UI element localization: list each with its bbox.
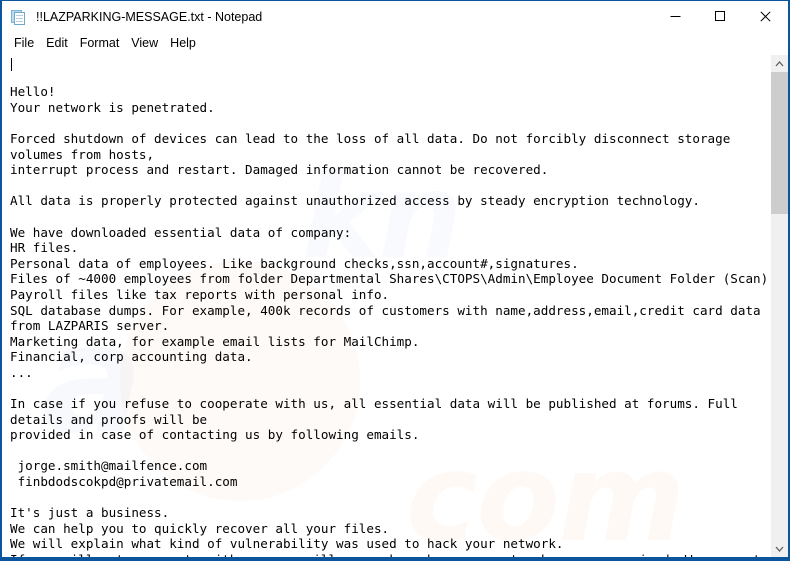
editor-region: a kn com Hello! Your network is penetrat… — [2, 54, 788, 557]
close-button[interactable] — [743, 1, 788, 32]
maximize-button[interactable] — [698, 1, 743, 32]
title-bar[interactable]: !!LAZPARKING-MESSAGE.txt - Notepad — [2, 1, 788, 33]
notepad-icon — [11, 8, 29, 26]
menu-item-help[interactable]: Help — [164, 34, 202, 53]
menu-item-edit[interactable]: Edit — [40, 34, 74, 53]
vertical-scrollbar[interactable] — [770, 55, 788, 557]
chevron-down-icon — [775, 546, 784, 552]
window-title: !!LAZPARKING-MESSAGE.txt - Notepad — [36, 9, 263, 24]
scrollbar-track[interactable] — [771, 72, 788, 540]
close-icon — [760, 11, 771, 22]
title-bar-left: !!LAZPARKING-MESSAGE.txt - Notepad — [2, 8, 653, 26]
ransom-note-text: Hello! Your network is penetrated. Force… — [10, 84, 770, 557]
menu-item-file[interactable]: File — [8, 34, 40, 53]
scroll-down-button[interactable] — [771, 540, 788, 557]
menu-item-view[interactable]: View — [125, 34, 164, 53]
menu-item-format[interactable]: Format — [74, 34, 126, 53]
minimize-icon — [670, 16, 681, 17]
minimize-button[interactable] — [653, 1, 698, 32]
scroll-up-button[interactable] — [771, 55, 788, 72]
window-controls — [653, 1, 788, 32]
notepad-window: !!LAZPARKING-MESSAGE.txt - Notepad File … — [0, 0, 790, 561]
scrollbar-thumb[interactable] — [771, 72, 788, 214]
maximize-icon — [715, 11, 725, 21]
menu-bar: File Edit Format View Help — [2, 33, 788, 54]
text-editor[interactable]: a kn com Hello! Your network is penetrat… — [2, 55, 770, 557]
chevron-up-icon — [775, 60, 784, 66]
